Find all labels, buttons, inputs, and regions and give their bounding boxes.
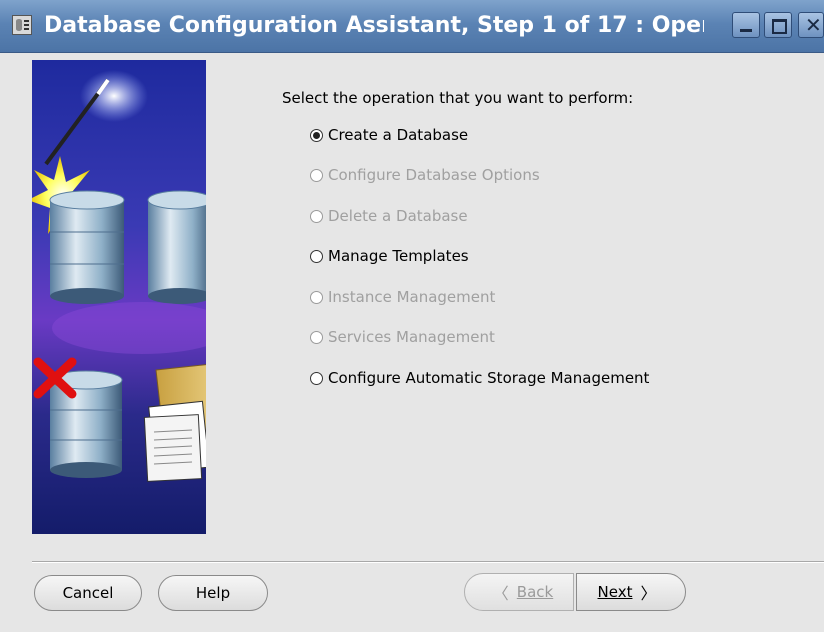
option-configure-asm[interactable]: Configure Automatic Storage Management — [310, 367, 649, 389]
operation-prompt: Select the operation that you want to pe… — [282, 89, 634, 107]
next-button[interactable]: Next 〉 — [576, 573, 686, 611]
title-bar[interactable]: Database Configuration Assistant, Step 1… — [0, 0, 824, 53]
option-label: Configure Database Options — [328, 166, 540, 184]
radio-button[interactable] — [310, 249, 323, 263]
option-label: Create a Database — [328, 126, 469, 144]
option-delete-database: Delete a Database — [310, 205, 468, 227]
chevron-right-icon: 〉 — [640, 584, 657, 603]
option-label: Delete a Database — [328, 207, 468, 225]
footer-divider — [32, 561, 824, 563]
option-create-database[interactable]: Create a Database — [310, 124, 468, 146]
radio-button[interactable] — [310, 371, 323, 385]
option-label: Services Management — [328, 328, 495, 346]
chevron-left-icon: 〈 — [492, 584, 509, 603]
next-label: Next — [597, 583, 633, 601]
radio-button — [310, 168, 323, 182]
back-label: Back — [516, 583, 554, 601]
wizard-navigation: 〈 Back Next 〉 — [464, 573, 686, 611]
back-button[interactable]: 〈 Back — [464, 573, 574, 611]
radio-button — [310, 209, 323, 223]
cancel-label: Cancel — [62, 584, 114, 602]
database-cylinder-icon — [147, 190, 206, 304]
window-title: Database Configuration Assistant, Step 1… — [44, 13, 704, 38]
radio-button[interactable] — [310, 128, 323, 142]
maximize-button[interactable] — [764, 12, 792, 38]
radio-button — [310, 330, 323, 344]
database-app-icon[interactable] — [12, 15, 32, 35]
option-manage-templates[interactable]: Manage Templates — [310, 245, 469, 267]
option-instance-management: Instance Management — [310, 286, 495, 308]
minimize-button[interactable] — [732, 12, 760, 38]
help-label: Help — [195, 584, 231, 602]
close-button[interactable]: ✕ — [798, 12, 824, 38]
option-label: Manage Templates — [328, 247, 469, 265]
radio-button — [310, 290, 323, 304]
option-services-management: Services Management — [310, 326, 495, 348]
help-button[interactable]: Help — [158, 575, 268, 611]
dbca-window: Database Configuration Assistant, Step 1… — [0, 0, 824, 632]
cancel-button[interactable]: Cancel — [34, 575, 142, 611]
option-label: Configure Automatic Storage Management — [328, 369, 650, 387]
illustration-graphic — [32, 70, 206, 482]
folder-documents-icon — [143, 364, 206, 482]
option-configure-database-options: Configure Database Options — [310, 164, 540, 186]
close-icon: ✕ — [805, 13, 822, 37]
wizard-illustration — [32, 60, 206, 534]
magic-wand-icon — [44, 70, 148, 166]
database-cylinder-icon — [49, 190, 125, 304]
option-label: Instance Management — [328, 288, 496, 306]
